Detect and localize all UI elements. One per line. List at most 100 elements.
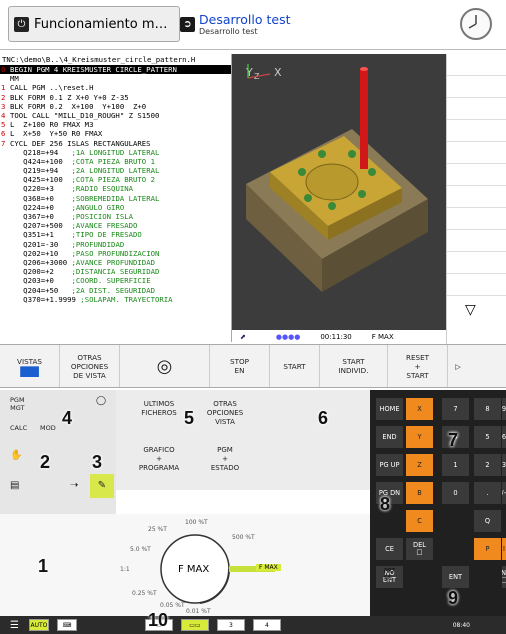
- key-del[interactable]: DEL □: [406, 538, 433, 560]
- line-comment: ;2A LONGITUD LATERAL: [71, 166, 160, 176]
- key-home[interactable]: HOME: [376, 398, 403, 420]
- program-line[interactable]: Q224=+0 ;ANGULO GIRO: [0, 203, 231, 212]
- header-bar: ⏻ Funcionamiento m… ➲ Desarrollo test De…: [0, 0, 506, 50]
- program-line[interactable]: Q220=+3 ;RADIO ESQUINA: [0, 184, 231, 193]
- key-i[interactable]: I: [502, 538, 506, 560]
- window-2-button[interactable]: ▭▭: [180, 619, 209, 631]
- calc-key[interactable]: CALC: [10, 424, 27, 432]
- hand-icon[interactable]: ✋: [10, 450, 22, 461]
- program-line[interactable]: 3 BLK FORM 0.2 X+100 Y+100 Z+0: [0, 102, 231, 111]
- ultimos-ficheros-button[interactable]: ULTIMOS FICHEROS: [128, 400, 190, 418]
- key-dot[interactable]: .: [474, 482, 501, 504]
- program-line[interactable]: 7 CYCL DEF 256 ISLAS RECTANGULARES: [0, 139, 231, 148]
- key-y[interactable]: Y: [406, 426, 433, 448]
- key-k7[interactable]: 7: [442, 398, 469, 420]
- key-k9[interactable]: 9: [502, 398, 506, 420]
- callout-2: 2: [40, 452, 51, 472]
- key-ent[interactable]: ENT: [442, 566, 469, 588]
- program-line[interactable]: Q367=+0 ;POSICION ISLA: [0, 212, 231, 221]
- key-k2[interactable]: 2: [474, 454, 501, 476]
- line-comment: ;ANGULO GIRO: [71, 202, 125, 212]
- program-editor[interactable]: TNC:\demo\B..\4_Kreismuster_circle_patte…: [0, 54, 232, 342]
- refresh-icon[interactable]: ◯: [96, 396, 106, 406]
- menu-icon[interactable]: ☰: [10, 620, 19, 631]
- program-line[interactable]: Q206=+3000 ;AVANCE PROFUNDIDAD: [0, 258, 231, 267]
- key-k1[interactable]: 1: [442, 454, 469, 476]
- window-4-button[interactable]: 4: [252, 619, 281, 631]
- program-line[interactable]: Q202=+10 ;PASO PROFUNDIZACION: [0, 249, 231, 258]
- line-code: Q367=+0: [10, 212, 72, 221]
- program-line[interactable]: 5 L Z+100 R0 FMAX M3: [0, 120, 231, 129]
- keyboard-icon[interactable]: ⌨: [56, 619, 77, 631]
- program-line[interactable]: Q424=+100 ;COTA PIEZA BRUTO 1: [0, 157, 231, 166]
- line-code: Q203=+0: [10, 276, 72, 286]
- program-line[interactable]: Q351=+1 ;TIPO DE FRESADO: [0, 230, 231, 239]
- softkey-speed[interactable]: ◎: [120, 345, 210, 387]
- line-code: Q204=+50: [10, 285, 72, 295]
- callout-7: 7: [448, 430, 459, 450]
- pgm-mgt-key[interactable]: PGM MGT: [10, 396, 25, 412]
- program-line[interactable]: MM: [0, 74, 231, 83]
- feed-override-dial[interactable]: F MAX F MAX 100 %T 25 %T 500 %T 5.0 %T 1…: [0, 514, 370, 616]
- softkey-reset-start[interactable]: RESET + START: [388, 345, 448, 387]
- triangle-down-icon[interactable]: ▽: [465, 302, 476, 318]
- program-line[interactable]: Q370=+1.9999 ;SOLAPAM. TRAYECTORIA: [0, 295, 231, 304]
- program-line[interactable]: Q204=+50 ;2A DIST. SEGURIDAD: [0, 286, 231, 295]
- callout-6: 6: [318, 408, 329, 428]
- otras-opciones-vista-button[interactable]: OTRAS OPCIONES VISTA: [194, 400, 256, 427]
- key-k0[interactable]: 0: [442, 482, 469, 504]
- key-end[interactable]: END: [376, 426, 403, 448]
- key-k3[interactable]: 3: [502, 454, 506, 476]
- program-line[interactable]: Q201=-30 ;PROFUNDIDAD: [0, 240, 231, 249]
- clock-icon[interactable]: [460, 8, 492, 40]
- softkey-stop[interactable]: STOP EN: [210, 345, 270, 387]
- mod-key[interactable]: MOD: [40, 424, 56, 432]
- grafico-programa-button[interactable]: GRAFICO + PROGRAMA: [128, 446, 190, 473]
- views-icon: ▆▆: [20, 363, 39, 377]
- program-line[interactable]: 2 BLK FORM 0.1 Z X+0 Y+0 Z-35: [0, 93, 231, 102]
- program-line[interactable]: 6 L X+50 Y+50 R0 FMAX: [0, 129, 231, 138]
- key-end2[interactable]: END □: [502, 566, 506, 588]
- program-line[interactable]: Q425=+100 ;COTA PIEZA BRUTO 2: [0, 175, 231, 184]
- softkey-start-individ[interactable]: START INDIVID.: [320, 345, 388, 387]
- softkey-start[interactable]: START: [270, 345, 320, 387]
- program-line[interactable]: Q200=+2 ;DISTANCIA SEGURIDAD: [0, 267, 231, 276]
- svg-text:X: X: [274, 66, 282, 79]
- key-q[interactable]: Q: [474, 510, 501, 532]
- program-line[interactable]: Q368=+0 ;SOBREMEDIDA LATERAL: [0, 194, 231, 203]
- program-line[interactable]: 0 BEGIN PGM 4 KREISMUSTER CIRCLE_PATTERN: [0, 65, 231, 75]
- program-line[interactable]: Q207=+500 ;AVANCE FRESADO: [0, 221, 231, 230]
- hand-wheel-icon: ⏻: [14, 16, 29, 32]
- key-p[interactable]: P: [474, 538, 501, 560]
- auto-mode-icon[interactable]: ▤: [10, 480, 19, 491]
- line-comment: ;COTA PIEZA BRUTO 2: [71, 175, 155, 185]
- key-c[interactable]: C: [406, 510, 433, 532]
- mode-tab-manual[interactable]: ⏻ Funcionamiento m…: [8, 6, 180, 42]
- key-pgup[interactable]: PG UP: [376, 454, 403, 476]
- key-z[interactable]: Z: [406, 454, 433, 476]
- program-line[interactable]: 4 TOOL CALL "MILL_D10_ROUGH" Z S1500: [0, 111, 231, 120]
- softkey-vistas[interactable]: VISTAS ▆▆: [0, 345, 60, 387]
- simulation-3d-view[interactable]: Y Z X: [232, 54, 446, 344]
- key-b[interactable]: B: [406, 482, 433, 504]
- pgm-estado-button[interactable]: PGM + ESTADO: [194, 446, 256, 473]
- key-pm[interactable]: -/+: [502, 482, 506, 504]
- program-line[interactable]: Q219=+94 ;2A LONGITUD LATERAL: [0, 166, 231, 175]
- window-3-button[interactable]: 3: [216, 619, 245, 631]
- prt-sc-key[interactable]: PRT SC: [384, 568, 395, 582]
- mode-tab-programming[interactable]: ➲ Desarrollo test Desarrollo test: [178, 6, 378, 42]
- key-x[interactable]: X: [406, 398, 433, 420]
- arrow-right-icon[interactable]: ➝: [70, 480, 78, 491]
- key-k6[interactable]: 6: [502, 426, 506, 448]
- key-k5[interactable]: 5: [474, 426, 501, 448]
- softkey-next[interactable]: ▷: [448, 345, 468, 387]
- auto-button[interactable]: AUTO: [28, 619, 49, 631]
- program-line[interactable]: Q203=+0 ;COORD. SUPERFICIE: [0, 276, 231, 285]
- key-ce[interactable]: CE: [376, 538, 403, 560]
- softkey-otras-opciones[interactable]: OTRAS OPCIONES DE VISTA: [60, 345, 120, 387]
- scroll-up-icon[interactable]: ▲: [223, 66, 229, 74]
- program-line[interactable]: 1 CALL PGM ..\reset.H: [0, 83, 231, 92]
- key-k8[interactable]: 8: [474, 398, 501, 420]
- program-line[interactable]: Q218=+94 ;1A LONGITUD LATERAL: [0, 148, 231, 157]
- edit-mode-key[interactable]: ✎: [90, 474, 114, 498]
